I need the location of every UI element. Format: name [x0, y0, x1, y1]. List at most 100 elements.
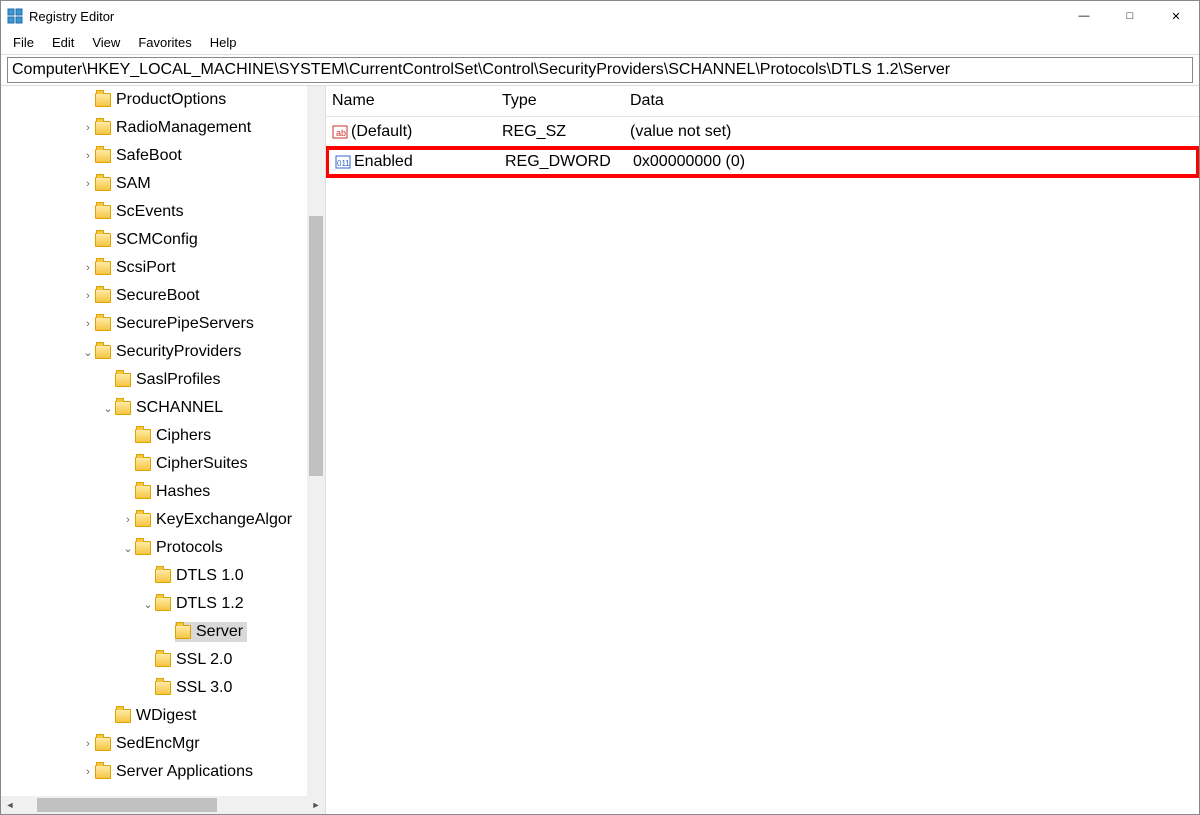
- expand-icon[interactable]: ›: [81, 150, 95, 162]
- values-header: Name Type Data: [326, 86, 1199, 117]
- expand-icon[interactable]: ›: [121, 514, 135, 526]
- tree-item[interactable]: Hashes: [1, 478, 325, 506]
- tree-item[interactable]: SSL 3.0: [1, 674, 325, 702]
- tree-label: RadioManagement: [116, 119, 251, 137]
- tree-item[interactable]: WDigest: [1, 702, 325, 730]
- menu-edit[interactable]: Edit: [44, 33, 82, 52]
- tree-item[interactable]: SCMConfig: [1, 226, 325, 254]
- close-button[interactable]: ✕: [1153, 1, 1199, 31]
- tree-horizontal-scrollbar[interactable]: ◄ ►: [1, 796, 325, 814]
- tree-label: KeyExchangeAlgor: [156, 511, 292, 529]
- folder-icon: [95, 177, 111, 191]
- folder-icon: [95, 765, 111, 779]
- tree-label: SAM: [116, 175, 151, 193]
- folder-icon: [95, 289, 111, 303]
- registry-tree[interactable]: ProductOptions›RadioManagement›SafeBoot›…: [1, 86, 325, 786]
- tree-label: DTLS 1.0: [176, 567, 244, 585]
- menu-favorites[interactable]: Favorites: [130, 33, 199, 52]
- tree-item[interactable]: ⌄Protocols: [1, 534, 325, 562]
- tree-item[interactable]: ProductOptions: [1, 86, 325, 114]
- address-bar: [1, 55, 1199, 86]
- tree-item[interactable]: › ScsiPort: [1, 254, 325, 282]
- tree-item[interactable]: Server: [1, 618, 325, 646]
- tree-item[interactable]: › RadioManagement: [1, 114, 325, 142]
- collapse-icon[interactable]: ⌄: [81, 346, 95, 359]
- tree-item[interactable]: ›SedEncMgr: [1, 730, 325, 758]
- tree-item[interactable]: › Server Applications: [1, 758, 325, 786]
- tree-label: ScsiPort: [116, 259, 176, 277]
- tree-label: SSL 2.0: [176, 651, 232, 669]
- svg-text:011: 011: [337, 159, 350, 168]
- menu-file[interactable]: File: [5, 33, 42, 52]
- tree-item[interactable]: DTLS 1.0: [1, 562, 325, 590]
- expand-icon[interactable]: ›: [81, 122, 95, 134]
- binary-value-icon: 011: [335, 154, 351, 170]
- tree-item[interactable]: SSL 2.0: [1, 646, 325, 674]
- tree-item[interactable]: ⌄ SecurityProviders: [1, 338, 325, 366]
- maximize-button[interactable]: □: [1107, 1, 1153, 31]
- tree-label: Ciphers: [156, 427, 211, 445]
- expand-icon[interactable]: ›: [81, 290, 95, 302]
- folder-icon: [135, 457, 151, 471]
- tree-vertical-scrollbar[interactable]: [307, 86, 325, 796]
- folder-icon: [115, 401, 131, 415]
- tree-label: ScEvents: [116, 203, 184, 221]
- tree-label: SecurePipeServers: [116, 315, 254, 333]
- expand-icon[interactable]: ›: [81, 262, 95, 274]
- tree-label: DTLS 1.2: [176, 595, 244, 613]
- tree-label: SCMConfig: [116, 231, 198, 249]
- tree-label: CipherSuites: [156, 455, 248, 473]
- tree-item[interactable]: ⌄ SCHANNEL: [1, 394, 325, 422]
- content: ProductOptions›RadioManagement›SafeBoot›…: [1, 86, 1199, 814]
- value-row[interactable]: 011 Enabled REG_DWORD0x00000000 (0): [326, 147, 1199, 177]
- tree-item[interactable]: ⌄ DTLS 1.2: [1, 590, 325, 618]
- header-data[interactable]: Data: [624, 90, 1199, 112]
- tree-item[interactable]: › SAM: [1, 170, 325, 198]
- tree-label: Server: [196, 623, 243, 641]
- expand-icon[interactable]: ›: [81, 738, 95, 750]
- value-type: REG_DWORD: [499, 153, 627, 171]
- tree-label: Server Applications: [116, 763, 253, 781]
- header-type[interactable]: Type: [496, 90, 624, 112]
- collapse-icon[interactable]: ⌄: [141, 598, 155, 611]
- tree-item[interactable]: SaslProfiles: [1, 366, 325, 394]
- tree-item[interactable]: ›SafeBoot: [1, 142, 325, 170]
- tree-label: SCHANNEL: [136, 399, 223, 417]
- tree-item[interactable]: › SecurePipeServers: [1, 310, 325, 338]
- menubar: File Edit View Favorites Help: [1, 31, 1199, 55]
- tree-item[interactable]: ›SecureBoot: [1, 282, 325, 310]
- folder-icon: [135, 429, 151, 443]
- value-row[interactable]: ab(Default)REG_SZ(value not set): [326, 117, 1199, 147]
- value-data: (value not set): [624, 121, 1199, 143]
- tree-item[interactable]: Ciphers: [1, 422, 325, 450]
- tree-label: SSL 3.0: [176, 679, 232, 697]
- minimize-button[interactable]: —: [1061, 1, 1107, 31]
- tree-item[interactable]: › KeyExchangeAlgor: [1, 506, 325, 534]
- tree-label: ProductOptions: [116, 91, 226, 109]
- value-type: REG_SZ: [496, 121, 624, 143]
- header-name[interactable]: Name: [326, 90, 496, 112]
- expand-icon[interactable]: ›: [81, 178, 95, 190]
- menu-help[interactable]: Help: [202, 33, 245, 52]
- tree-item[interactable]: CipherSuites: [1, 450, 325, 478]
- folder-icon: [155, 569, 171, 583]
- folder-icon: [115, 373, 131, 387]
- folder-icon: [155, 681, 171, 695]
- collapse-icon[interactable]: ⌄: [121, 542, 135, 555]
- collapse-icon[interactable]: ⌄: [101, 402, 115, 415]
- value-name: Enabled: [354, 153, 413, 171]
- tree-label: SecurityProviders: [116, 343, 241, 361]
- folder-icon: [95, 737, 111, 751]
- folder-icon: [115, 709, 131, 723]
- folder-icon: [95, 149, 111, 163]
- expand-icon[interactable]: ›: [81, 766, 95, 778]
- expand-icon[interactable]: ›: [81, 318, 95, 330]
- window-title: Registry Editor: [29, 9, 1061, 24]
- folder-icon: [155, 653, 171, 667]
- value-data: 0x00000000 (0): [627, 153, 1196, 171]
- folder-icon: [155, 597, 171, 611]
- folder-icon: [95, 233, 111, 247]
- menu-view[interactable]: View: [84, 33, 128, 52]
- address-input[interactable]: [7, 57, 1193, 83]
- tree-item[interactable]: ScEvents: [1, 198, 325, 226]
